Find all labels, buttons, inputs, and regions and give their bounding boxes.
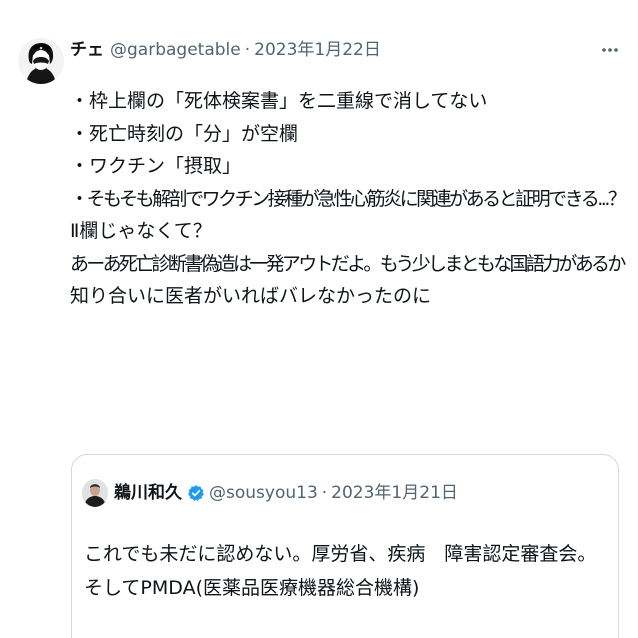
tweet-header: チェ @garbagetable · 2023年1月22日 [70,36,381,64]
quoted-tweet-text: これでも未だに認めない。厚労省、疾病 障害認定審査会。 そしてPMDA(医薬品医… [84,537,614,605]
quoted-tweet[interactable]: 鵜川和久 @sousyou13 · 2023年1月21日 これでも未だに認めない… [71,454,619,638]
quoted-tweet-timestamp[interactable]: 2023年1月21日 [331,479,458,507]
quoted-tweet-header: 鵜川和久 @sousyou13 · 2023年1月21日 [114,479,458,507]
portrait-icon [82,479,108,507]
tweet-text: ・枠上欄の「死体検案書」を二重線で消してない ・死亡時刻の「分」が空欄 ・ワクチ… [70,85,627,313]
tweet-line: ・死亡時刻の「分」が空欄 [70,122,299,145]
separator-dot: · [244,40,251,60]
more-options-button[interactable] [598,36,622,64]
more-dots-icon [602,48,618,52]
tweet-line: ・枠上欄の「死体検案書」を二重線で消してない [70,90,488,112]
portrait-icon [18,38,64,84]
verified-badge-icon [187,484,205,502]
tweet-line: Ⅱ欄じゃなくて？ [70,220,212,242]
tweet-timestamp[interactable]: 2023年1月22日 [254,36,381,64]
separator-dot: · [321,483,328,503]
tweet-line: ・そもそも解剖でワクチン接種が急性心筋炎に関連があると証明できる...？ [70,187,627,210]
quoted-author-handle[interactable]: @sousyou13 [209,479,318,507]
author-handle[interactable]: @garbagetable [110,36,241,64]
author-name[interactable]: チェ [70,36,104,64]
quoted-tweet-line: そしてPMDA(医薬品医療機器総合機構) [84,577,420,599]
tweet-line: あーあ死亡診断書偽造は一発アウトだよ。もう少しまともな国語力があるか [70,252,626,275]
tweet-line: 知り合いに医者がいればバレなかったのに [70,285,432,307]
quoted-tweet-line: これでも未だに認めない。厚労省、疾病 障害認定審査会。 [84,543,597,565]
quoted-author-avatar[interactable] [82,479,108,507]
tweet-line: ・ワクチン「摂取」 [70,155,242,177]
tweet-card: チェ @garbagetable · 2023年1月22日 ・枠上欄の「死体検案… [0,0,638,638]
author-avatar[interactable] [18,38,64,84]
quoted-author-name[interactable]: 鵜川和久 [114,479,182,507]
